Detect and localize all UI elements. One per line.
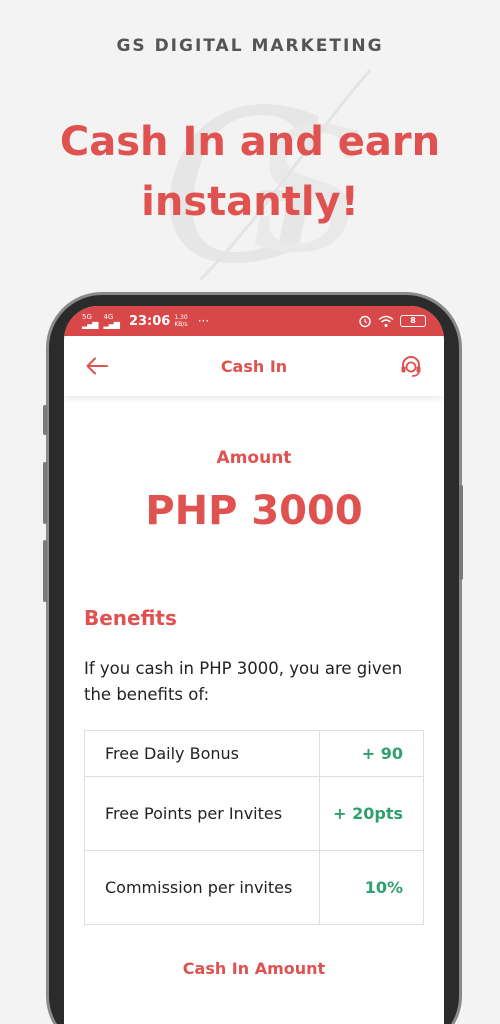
app-bar: Cash In [64,336,444,396]
benefit-value: + 20pts [319,776,424,851]
benefits-table: Free Daily Bonus + 90 Free Points per In… [84,730,424,925]
phone-side-button [43,405,47,435]
status-icons: 8 [358,314,426,328]
benefit-label: Free Points per Invites [84,776,320,851]
more-notifications: ··· [197,314,210,328]
table-row: Free Points per Invites + 20pts [84,776,424,851]
back-button[interactable] [84,353,110,379]
table-row: Free Daily Bonus + 90 [84,730,424,777]
table-row: Commission per invites 10% [84,850,424,925]
promo-headline: Cash In and earn instantly! [0,112,500,232]
benefit-value: 10% [319,850,424,925]
phone-volume-up-button [43,462,47,524]
battery-icon: 8 [400,315,426,327]
benefits-title: Benefits [84,606,177,630]
headline-line-1: Cash In and earn [59,119,441,165]
benefits-description: If you cash in PHP 3000, you are given t… [84,659,403,704]
page-title: Cash In [220,356,288,376]
brand-name: GS DIGITAL MARKETING [116,36,384,56]
arrow-left-icon [86,357,108,375]
alarm-icon [359,315,371,328]
benefit-label: Free Daily Bonus [84,730,320,777]
status-bar: 5G ▂▄▆ 4G ▂▄▆ 23:06 1.30 KB/s ··· 8 [64,306,444,336]
headline-line-2: instantly! [141,179,359,225]
support-button[interactable] [398,353,424,379]
signal-5g: 5G ▂▄▆ [82,313,99,329]
amount-label: Amount [216,448,292,468]
benefit-value: + 90 [319,730,424,777]
benefit-label: Commission per invites [84,850,320,925]
signal-4g: 4G ▂▄▆ [103,313,120,329]
phone-power-button [459,485,463,580]
status-time: 23:06 [128,313,171,329]
wifi-icon [378,315,394,327]
network-speed: 1.30 KB/s [174,314,188,328]
headset-icon [401,356,421,377]
amount-value: PHP 3000 [145,488,363,534]
phone-volume-down-button [43,540,47,602]
phone-screen: 5G ▂▄▆ 4G ▂▄▆ 23:06 1.30 KB/s ··· 8 Cash… [64,306,444,1024]
cash-in-amount-label: Cash In Amount [182,959,326,978]
